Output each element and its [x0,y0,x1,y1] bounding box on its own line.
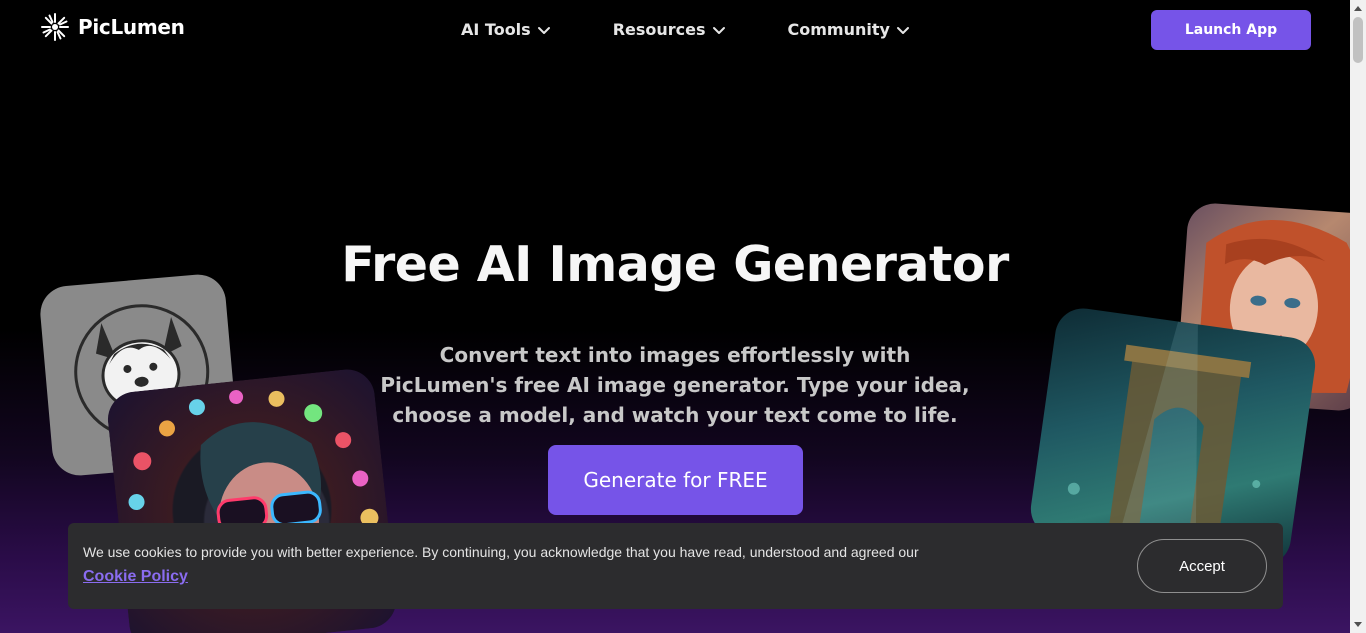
brand-logo[interactable]: PicLumen [40,12,185,42]
scroll-thumb[interactable] [1353,17,1363,63]
hero-subtitle: Convert text into images effortlessly wi… [380,343,970,427]
nav-label: AI Tools [461,20,531,39]
chevron-down-icon [896,26,909,34]
scroll-down-icon[interactable] [1350,617,1366,633]
brand-name: PicLumen [78,15,185,39]
scroll-up-icon[interactable] [1350,0,1366,16]
cookie-policy-link[interactable]: Cookie Policy [83,568,188,586]
nav-resources[interactable]: Resources [613,20,726,39]
generate-free-button[interactable]: Generate for FREE [548,445,803,515]
hero-title: Free AI Image Generator [341,236,1009,293]
nav-community[interactable]: Community [788,20,910,39]
accept-cookies-button[interactable]: Accept [1137,539,1267,593]
page-scrollbar[interactable] [1350,0,1366,633]
cookie-banner: We use cookies to provide you with bette… [68,523,1283,609]
nav-ai-tools[interactable]: AI Tools [461,20,551,39]
cookie-message: We use cookies to provide you with bette… [83,544,919,560]
nav-label: Community [787,20,890,39]
chevron-down-icon [537,26,550,34]
nav-label: Resources [612,20,706,39]
launch-app-button[interactable]: Launch App [1151,10,1311,50]
main-nav: AI Tools Resources Community [461,20,910,39]
site-header: PicLumen AI Tools Resources Community La… [0,0,1350,60]
sunburst-logo-icon [41,13,69,41]
chevron-down-icon [712,26,725,34]
